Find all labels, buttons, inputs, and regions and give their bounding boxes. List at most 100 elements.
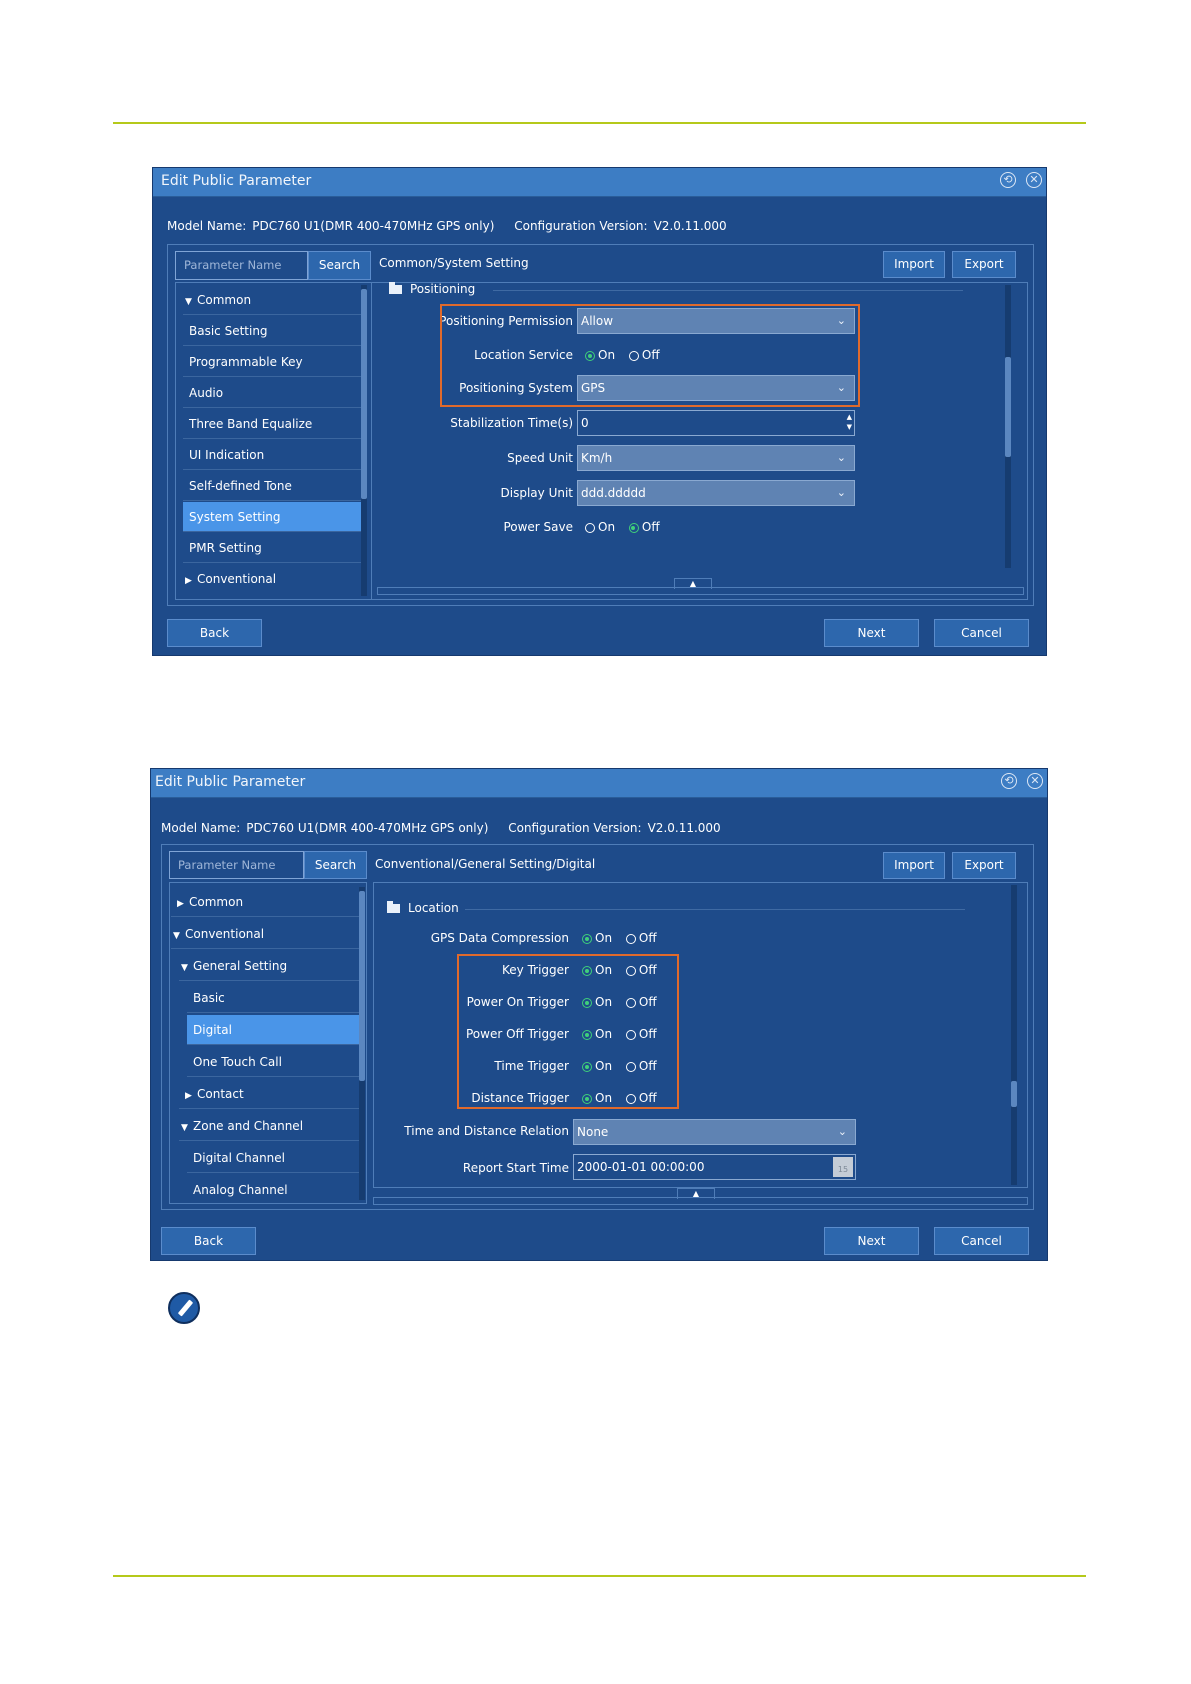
report-start-time-input[interactable]: 2000-01-01 00:00:00 15 [573,1154,856,1180]
title-bar: Edit Public Parameter ⟲ ✕ [151,769,1047,798]
restore-icon[interactable]: ⟲ [1000,172,1016,188]
tri-down-icon: ▼ [173,931,180,941]
power-save-off-radio[interactable]: Off [628,520,660,534]
next-button[interactable]: Next [824,1227,919,1255]
page-header-rule [113,122,1086,124]
cancel-button[interactable]: Cancel [934,1227,1029,1255]
tri-right-icon: ▶ [177,899,184,909]
tree-item-one-touch-call[interactable]: One Touch Call [187,1047,359,1077]
spin-up-icon: ▲ [846,413,852,421]
title-bar: Edit Public Parameter ⟲ ✕ [153,168,1046,197]
tree-item-system-setting[interactable]: System Setting [183,502,363,532]
tree-item-zone-and-channel[interactable]: ▼ Zone and Channel [179,1111,359,1141]
tri-right-icon: ▶ [185,576,192,586]
gps-data-compression-on-radio[interactable]: On [582,931,612,945]
tree-item-ui-indication[interactable]: UI Indication [183,440,363,470]
folder-icon [387,901,400,913]
search-button[interactable]: Search [304,851,367,879]
next-button[interactable]: Next [824,619,919,647]
tree-item-contact[interactable]: ▶ Contact [179,1079,359,1109]
edit-parameter-window-2: Edit Public Parameter ⟲ ✕ Model Name: PDC… [150,768,1048,1261]
horizontal-scrollbar[interactable] [373,1197,1028,1205]
model-info: Model Name: PDC760 U1(DMR 400-470MHz GPS … [161,821,721,835]
page-footer-rule [113,1575,1086,1577]
folder-icon [389,282,402,294]
config-version-label: Configuration Version: [508,821,642,835]
chevron-down-icon: ⌄ [837,1125,847,1138]
content-scrollbar[interactable] [1005,285,1011,568]
tri-down-icon: ▼ [181,963,188,973]
tree-item-common[interactable]: ▼ Common [183,285,363,315]
tree-item-three-band-equalize[interactable]: Three Band Equalize [183,409,363,439]
breadcrumb: Conventional/General Setting/Digital [375,857,596,871]
model-info: Model Name: PDC760 U1(DMR 400-470MHz GPS … [167,219,727,233]
back-button[interactable]: Back [167,619,262,647]
window-title: Edit Public Parameter [161,173,312,189]
gps-data-compression-off-radio[interactable]: Off [625,931,657,945]
tree-item-analog-channel[interactable]: Analog Channel [187,1175,359,1205]
config-version-label: Configuration Version: [514,219,648,233]
tree-scrollbar[interactable] [361,285,367,596]
search-button[interactable]: Search [308,251,371,280]
export-button[interactable]: Export [952,852,1016,879]
tree-item-basic-setting[interactable]: Basic Setting [183,316,363,346]
gps-data-compression-radios: On Off [582,931,657,945]
section-location: Location [387,901,459,915]
time-distance-relation-label: Time and Distance Relation [404,1124,569,1138]
tree-item-common[interactable]: ▶ Common [171,887,359,917]
stabilization-time-stepper[interactable]: 0 ▲ ▼ [577,410,855,436]
speed-unit-dropdown[interactable]: Km/h ⌄ [577,445,855,471]
model-name-label: Model Name: [167,219,247,233]
stabilization-time-label: Stabilization Time(s) [450,416,573,430]
close-icon[interactable]: ✕ [1027,773,1043,789]
config-version-value: V2.0.11.000 [647,821,721,835]
tree-item-programmable-key[interactable]: Programmable Key [183,347,363,377]
parameter-search-input[interactable]: Parameter Name [175,251,308,280]
highlight-box [440,304,860,407]
window-title: Edit Public Parameter [155,774,306,790]
import-button[interactable]: Import [883,852,945,879]
tree-item-pmr-setting[interactable]: PMR Setting [183,533,363,563]
calendar-icon[interactable]: 15 [833,1157,853,1177]
power-save-label: Power Save [503,520,573,534]
display-unit-dropdown[interactable]: ddd.ddddd ⌄ [577,480,855,506]
gps-data-compression-label: GPS Data Compression [430,931,569,945]
tree-item-audio[interactable]: Audio [183,378,363,408]
tree-item-conventional[interactable]: ▼ Conventional [171,919,359,949]
back-button[interactable]: Back [161,1227,256,1255]
section-positioning: Positioning [389,282,475,296]
tri-down-icon: ▼ [185,297,192,307]
tree-item-conventional[interactable]: ▶ Conventional [183,564,363,594]
spin-down-icon: ▼ [846,423,852,431]
time-distance-relation-dropdown[interactable]: None ⌄ [573,1119,856,1145]
import-button[interactable]: Import [883,251,945,278]
tree-item-digital[interactable]: Digital [187,1015,359,1045]
model-name-label: Model Name: [161,821,241,835]
restore-icon[interactable]: ⟲ [1001,773,1017,789]
close-icon[interactable]: ✕ [1026,172,1042,188]
chevron-down-icon: ⌄ [836,486,846,499]
highlight-box [457,954,679,1109]
tree-item-general-setting[interactable]: ▼ General Setting [179,951,359,981]
tri-right-icon: ▶ [185,1091,192,1101]
edit-parameter-window-1: Edit Public Parameter ⟲ ✕ Model Name: PDC… [152,167,1047,656]
chevron-down-icon: ⌄ [836,451,846,464]
speed-unit-label: Speed Unit [507,451,573,465]
cancel-button[interactable]: Cancel [934,619,1029,647]
content-scrollbar[interactable] [1011,885,1017,1185]
tri-down-icon: ▼ [181,1123,188,1133]
breadcrumb: Common/System Setting [379,256,529,270]
tree-item-digital-channel[interactable]: Digital Channel [187,1143,359,1173]
power-save-on-radio[interactable]: On [585,520,615,534]
model-name-value: PDC760 U1(DMR 400-470MHz GPS only) [252,219,495,233]
report-start-time-label: Report Start Time [462,1161,569,1175]
parameter-search-input[interactable]: Parameter Name [169,851,304,879]
note-pencil-icon [168,1292,200,1324]
horizontal-scrollbar[interactable] [377,587,1024,595]
tree-item-self-defined-tone[interactable]: Self-defined Tone [183,471,363,501]
config-version-value: V2.0.11.000 [653,219,727,233]
export-button[interactable]: Export [952,251,1016,278]
tree-item-basic[interactable]: Basic [187,983,359,1013]
model-name-value: PDC760 U1(DMR 400-470MHz GPS only) [246,821,489,835]
power-save-radios: On Off [585,520,660,534]
